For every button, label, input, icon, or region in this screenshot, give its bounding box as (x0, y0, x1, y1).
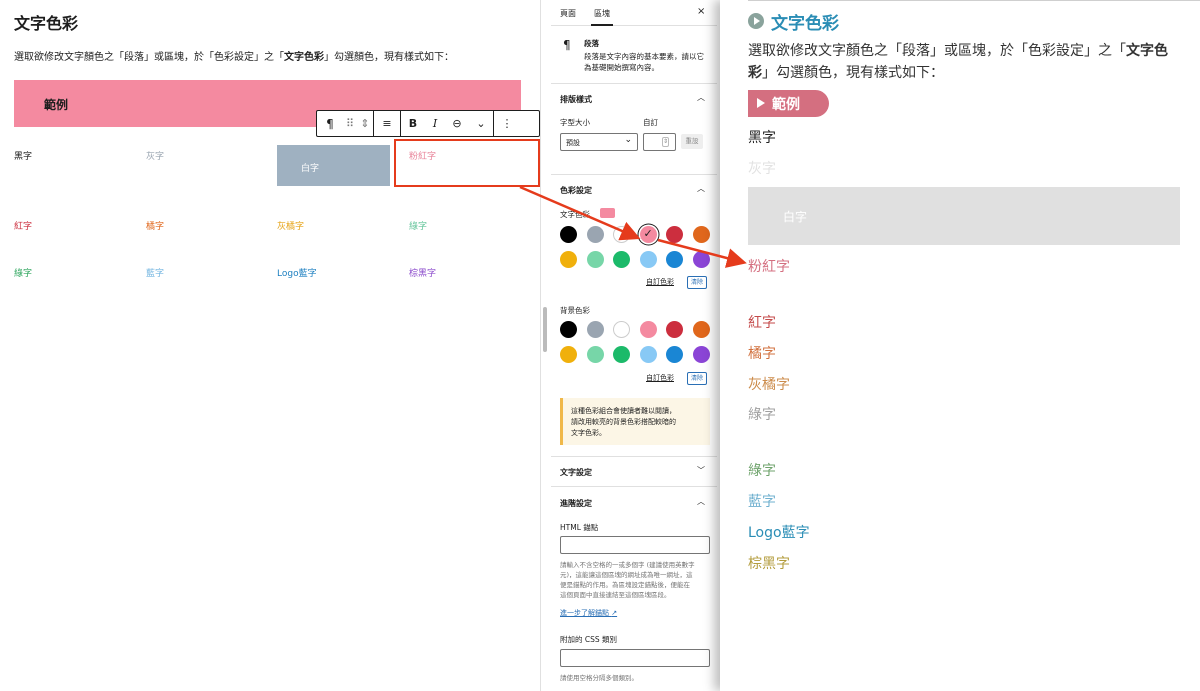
arrow-to-pink-swatch (519, 185, 641, 241)
screenshot-root: 文字色彩 選取欲修改文字顏色之「段落」或區塊，於「色彩設定」之「文字色彩」勾選顏… (0, 0, 1200, 691)
arrow-to-preview-pink-text (657, 238, 747, 268)
annotation-arrows (519, 185, 747, 268)
